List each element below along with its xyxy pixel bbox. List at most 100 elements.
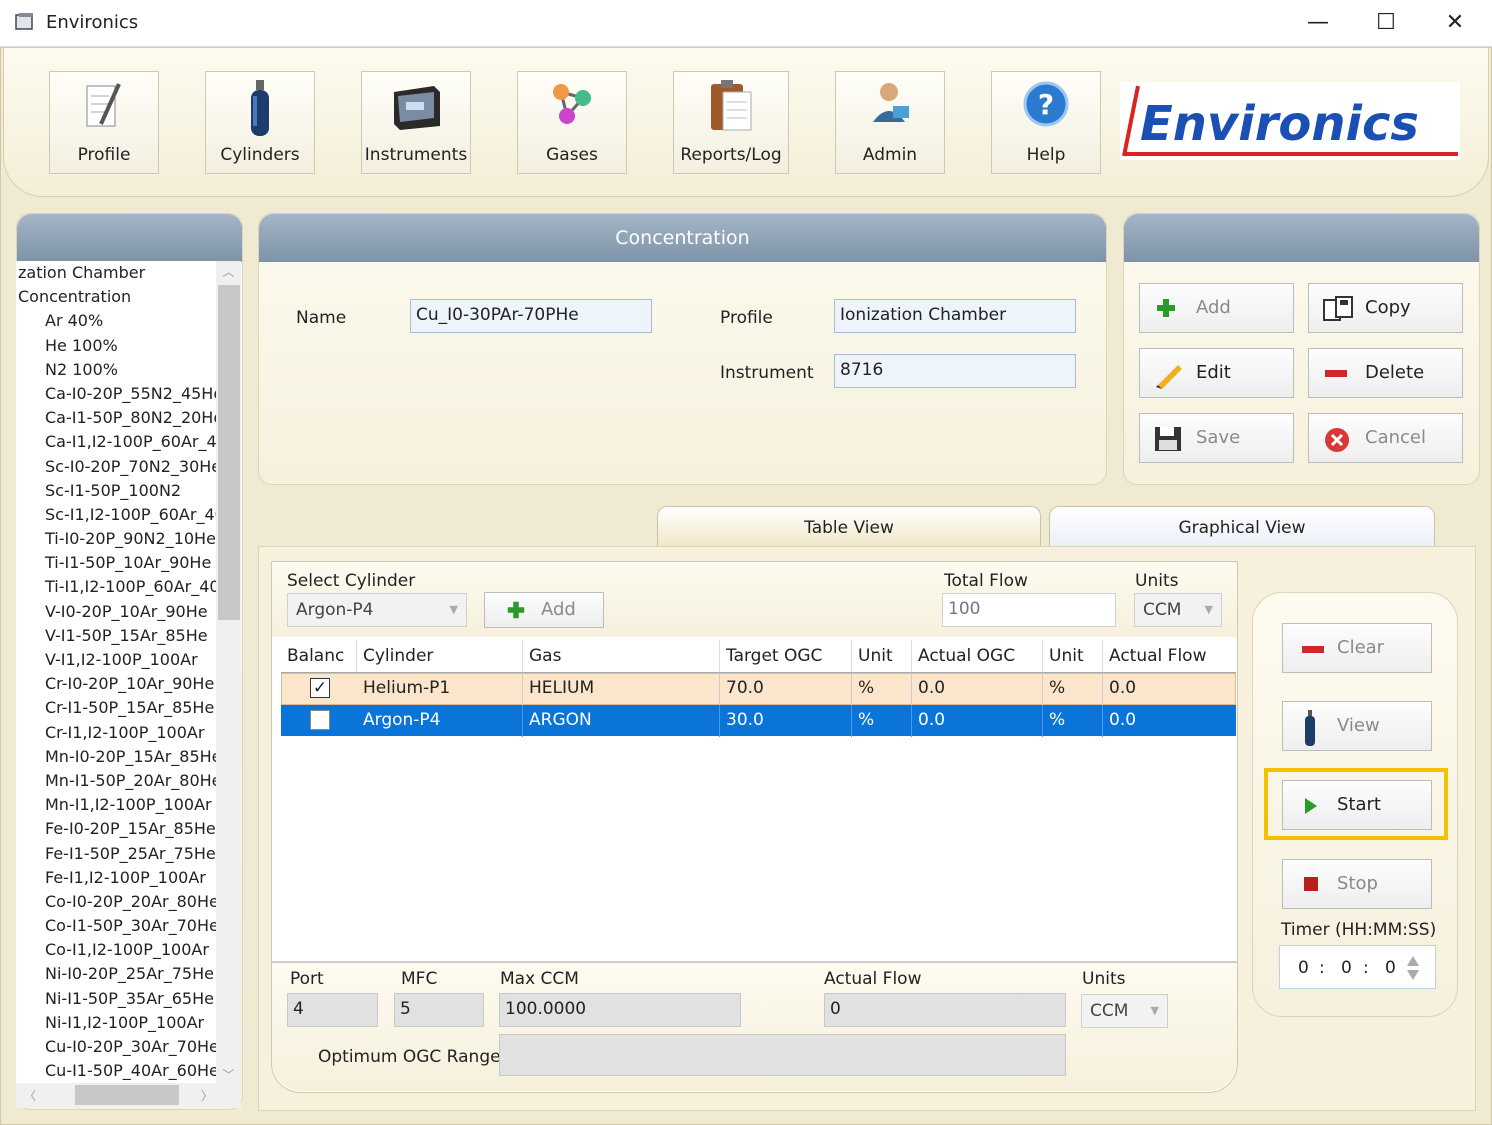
column-header-unit[interactable]: Unit	[852, 640, 912, 672]
close-button[interactable]: ✕	[1435, 8, 1475, 38]
tree-item[interactable]: Ca-I1-50P_80N2_20He	[16, 406, 216, 430]
tree-item[interactable]: V-I1-50P_15Ar_85He	[16, 624, 216, 648]
add-button[interactable]: Add	[1139, 283, 1294, 333]
ribbon-instruments-button[interactable]: Instruments	[361, 71, 471, 174]
optimum-ogc-range-field	[499, 1034, 1066, 1076]
timer-minutes[interactable]: 0	[1341, 946, 1352, 990]
tree-item[interactable]: Fe-I1-50P_25Ar_75He	[16, 842, 216, 866]
tree-item[interactable]: Sc-I1-50P_100N2	[16, 479, 216, 503]
column-header-gas[interactable]: Gas	[523, 640, 720, 672]
balance-checkbox[interactable]: ✓	[310, 678, 330, 698]
tree-item[interactable]: Ar 40%	[16, 309, 216, 333]
name-field[interactable]: Cu_I0-30PAr-70PHe	[410, 299, 652, 333]
units-dropdown[interactable]: CCM ▼	[1134, 593, 1222, 627]
scroll-down-arrow[interactable]: ﹀	[216, 1066, 241, 1083]
tree-item[interactable]: Concentration	[16, 285, 216, 309]
scroll-up-arrow[interactable]: ︿	[216, 261, 241, 283]
tab-graphical-view[interactable]: Graphical View	[1049, 506, 1435, 548]
ribbon-help-button[interactable]: ? Help	[991, 71, 1101, 174]
ribbon-gases-button[interactable]: Gases	[517, 71, 627, 174]
tree-item[interactable]: zation Chamber	[16, 261, 216, 285]
spinner-arrows-icon[interactable]	[1406, 955, 1420, 981]
tree-item[interactable]: Sc-I0-20P_70N2_30He	[16, 455, 216, 479]
concentration-panel: Concentration	[258, 213, 1107, 485]
minimize-button[interactable]: —	[1298, 8, 1338, 38]
delete-label: Delete	[1365, 362, 1425, 383]
tree-item[interactable]: Cr-I1-50P_15Ar_85He	[16, 696, 216, 720]
timer-hours[interactable]: 0	[1298, 946, 1309, 990]
tree-item[interactable]: Cr-I0-20P_10Ar_90He	[16, 672, 216, 696]
tree-item[interactable]: Cu-I1-50P_40Ar_60He	[16, 1059, 216, 1083]
tree-item[interactable]: Ti-I1,I2-100P_60Ar_40I	[16, 575, 216, 599]
tree-item[interactable]: Fe-I1,I2-100P_100Ar	[16, 866, 216, 890]
units-label: Units	[1135, 571, 1179, 591]
actual-flow-field: 0	[824, 993, 1066, 1027]
actions-header	[1124, 214, 1479, 262]
ribbon-label: Profile	[77, 145, 131, 165]
tree-vertical-scroll-thumb[interactable]	[218, 285, 240, 620]
tree-item[interactable]: Co-I0-20P_20Ar_80He	[16, 890, 216, 914]
tree-item[interactable]: Co-I1,I2-100P_100Ar	[16, 938, 216, 962]
environics-logo: Environics	[1120, 82, 1460, 160]
edit-button[interactable]: Edit	[1139, 348, 1294, 398]
select-cylinder-dropdown[interactable]: Argon-P4 ▼	[287, 593, 467, 627]
tree-item[interactable]: Ti-I1-50P_10Ar_90He	[16, 551, 216, 575]
column-header-cylinder[interactable]: Cylinder	[357, 640, 523, 672]
copy-button[interactable]: Copy	[1308, 283, 1463, 333]
view-button[interactable]: View	[1282, 701, 1432, 751]
cancel-button[interactable]: Cancel	[1308, 413, 1463, 463]
column-header-target-ogc[interactable]: Target OGC	[720, 640, 852, 672]
tree-item[interactable]: N2 100%	[16, 358, 216, 382]
ribbon-profile-button[interactable]: Profile	[49, 71, 159, 174]
tree-item[interactable]: Cr-I1,I2-100P_100Ar	[16, 721, 216, 745]
ribbon-cylinders-button[interactable]: Cylinders	[205, 71, 315, 174]
save-button[interactable]: Save	[1139, 413, 1294, 463]
balance-checkbox[interactable]	[310, 710, 330, 730]
tree-horizontal-scroll-thumb[interactable]	[75, 1085, 179, 1105]
tree-item[interactable]: Ni-I0-20P_25Ar_75He	[16, 962, 216, 986]
timer-seconds[interactable]: 0	[1385, 946, 1396, 990]
copy-label: Copy	[1365, 297, 1411, 318]
tree-item[interactable]: V-I0-20P_10Ar_90He	[16, 600, 216, 624]
tree-item[interactable]: Mn-I1-50P_20Ar_80He	[16, 769, 216, 793]
tree-item[interactable]: He 100%	[16, 334, 216, 358]
scroll-left-arrow[interactable]: 〈	[24, 1087, 36, 1104]
start-label: Start	[1337, 794, 1381, 815]
clear-button[interactable]: Clear	[1282, 623, 1432, 673]
cancel-icon	[1325, 428, 1349, 452]
tree-item[interactable]: Ca-I1,I2-100P_60Ar_40	[16, 430, 216, 454]
cell-target-ogc[interactable]: 70.0	[720, 673, 852, 705]
cell-target-ogc[interactable]: 30.0	[720, 705, 852, 737]
tree-item[interactable]: V-I1,I2-100P_100Ar	[16, 648, 216, 672]
column-header-balance[interactable]: Balanc	[281, 640, 357, 672]
add-cylinder-button[interactable]: Add	[484, 592, 604, 628]
tree-item[interactable]: Ca-I0-20P_55N2_45He	[16, 382, 216, 406]
instrument-field[interactable]: 8716	[834, 354, 1076, 388]
detail-units-label: Units	[1082, 969, 1126, 989]
column-header-actual-ogc[interactable]: Actual OGC	[912, 640, 1043, 672]
tree-item[interactable]: Fe-I0-20P_15Ar_85He	[16, 817, 216, 841]
tab-table-view[interactable]: Table View	[657, 506, 1041, 548]
total-flow-field[interactable]: 100	[942, 593, 1116, 627]
tree-item[interactable]: Mn-I0-20P_15Ar_85He	[16, 745, 216, 769]
scroll-right-arrow[interactable]: 〉	[201, 1087, 213, 1104]
tree-item[interactable]: Ti-I0-20P_90N2_10He	[16, 527, 216, 551]
tree-item[interactable]: Sc-I1,I2-100P_60Ar_40	[16, 503, 216, 527]
ribbon-reports-log-button[interactable]: Reports/Log	[673, 71, 789, 174]
start-button[interactable]: Start	[1282, 780, 1432, 830]
timer-input[interactable]: 0 : 0 : 0	[1279, 945, 1436, 989]
ribbon-admin-button[interactable]: Admin	[835, 71, 945, 174]
tree-item[interactable]: Ni-I1,I2-100P_100Ar	[16, 1011, 216, 1035]
stop-button[interactable]: Stop	[1282, 859, 1432, 909]
profile-field[interactable]: Ionization Chamber	[834, 299, 1076, 333]
svg-text:?: ?	[1038, 88, 1054, 121]
tree-item[interactable]: Co-I1-50P_30Ar_70He	[16, 914, 216, 938]
detail-units-dropdown[interactable]: CCM ▼	[1081, 994, 1168, 1028]
tree-item[interactable]: Cu-I0-20P_30Ar_70He	[16, 1035, 216, 1059]
column-header-unit2[interactable]: Unit	[1043, 640, 1103, 672]
tree-item[interactable]: Ni-I1-50P_35Ar_65He	[16, 987, 216, 1011]
tree-item[interactable]: Mn-I1,I2-100P_100Ar	[16, 793, 216, 817]
maximize-button[interactable]: ☐	[1366, 8, 1406, 38]
column-header-actual-flow[interactable]: Actual Flow	[1103, 640, 1236, 672]
delete-button[interactable]: Delete	[1308, 348, 1463, 398]
